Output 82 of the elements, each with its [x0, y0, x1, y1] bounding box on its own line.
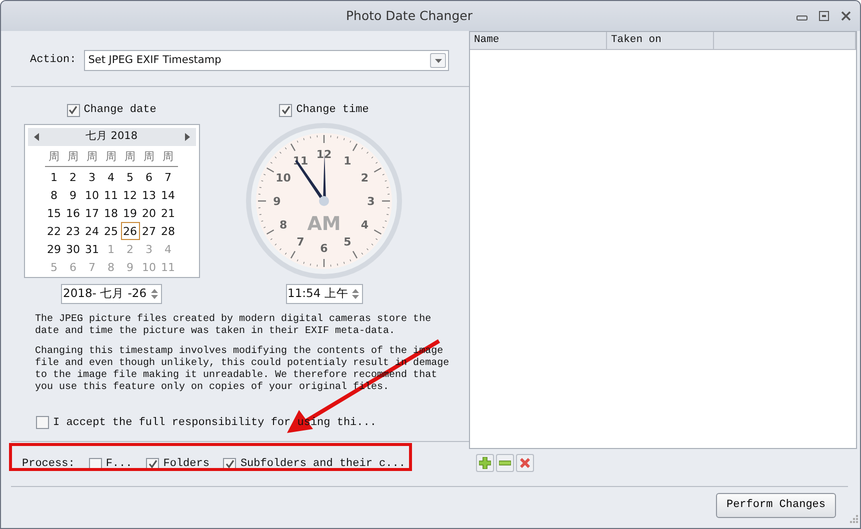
calendar-day[interactable]: 3 [82, 168, 102, 186]
clock-period: AM [307, 212, 341, 234]
calendar-day[interactable]: 27 [140, 222, 158, 240]
calendar-day[interactable]: 22 [44, 222, 64, 240]
action-dropdown[interactable]: Set JPEG EXIF Timestamp [84, 50, 450, 71]
calendar-day[interactable]: 28 [158, 222, 178, 240]
next-month-button[interactable] [184, 132, 190, 140]
weekday-header: 周 [142, 148, 156, 164]
calendar-month: 七月 2018 [85, 128, 138, 144]
checkbox-label: Folders [163, 457, 210, 472]
close-icon[interactable] [840, 10, 852, 22]
calendar-day[interactable]: 23 [64, 222, 82, 240]
checkbox-label: Change time [296, 103, 369, 118]
weekday-header: 周 [124, 148, 136, 164]
calendar-day[interactable]: 31 [82, 240, 102, 258]
calendar-day[interactable]: 8 [44, 186, 64, 204]
calendar-day[interactable]: 17 [82, 204, 102, 222]
calendar-day[interactable]: 4 [102, 168, 120, 186]
calendar-day[interactable]: 26 [120, 222, 140, 240]
calendar-day[interactable]: 15 [44, 204, 64, 222]
clock-number: 7 [296, 235, 304, 248]
calendar-day[interactable]: 9 [64, 186, 82, 204]
weekday-header: 周 [104, 148, 118, 164]
checkbox[interactable] [279, 104, 292, 117]
calendar-day[interactable]: 11 [102, 186, 120, 204]
calendar-day[interactable]: 6 [140, 168, 158, 186]
calendar-day[interactable]: 10 [82, 186, 102, 204]
caret-icon [434, 58, 442, 62]
clock-number: 2 [360, 171, 369, 184]
calendar-day[interactable]: 19 [120, 204, 140, 222]
checkbox[interactable] [36, 416, 49, 430]
checkbox-label: F... [106, 457, 132, 472]
calendar-day[interactable]: 21 [158, 204, 178, 222]
calendar-day[interactable]: 14 [158, 186, 178, 204]
checkbox-label: Change date [84, 103, 156, 118]
weekday-header: 周 [162, 148, 174, 164]
weekday-header: 周 [66, 148, 80, 164]
calendar-day[interactable]: 7 [158, 168, 178, 186]
spin-icon[interactable] [352, 288, 358, 300]
calendar-day[interactable]: 25 [102, 222, 120, 240]
clock-number: 4 [360, 218, 369, 231]
checkbox[interactable] [66, 104, 80, 117]
delete-icon [519, 457, 531, 469]
clock-number: 10 [276, 171, 291, 184]
previous-month-button[interactable] [34, 132, 38, 140]
clock-number: 6 [320, 242, 328, 254]
weekday-header: 周 [86, 148, 98, 164]
clock-number: 12 [316, 148, 332, 160]
action-label: Action: [30, 53, 76, 68]
remove-button[interactable] [496, 454, 514, 472]
clock-number: 5 [344, 235, 352, 248]
perform-changes-button[interactable]: Perform Changes [716, 493, 836, 518]
clock-number: 8 [279, 218, 288, 231]
clock-number: 3 [367, 194, 375, 208]
maximize-icon[interactable] [818, 10, 830, 22]
calendar-day[interactable]: 5 [120, 168, 140, 186]
weekday-header: 周 [48, 148, 60, 164]
date-field[interactable]: 2018- 七月 -26 [61, 284, 162, 304]
spin-icon[interactable] [151, 288, 158, 300]
process-label: Process: [22, 457, 75, 472]
clear-button[interactable] [516, 454, 534, 472]
column-header[interactable]: Name [470, 32, 607, 49]
calendar-day[interactable]: 29 [44, 240, 64, 258]
window-title: Photo Date Changer [346, 6, 472, 25]
resize-grip-icon[interactable] [850, 515, 858, 523]
time-field[interactable]: 11:54 上午 [286, 284, 362, 304]
calendar-day[interactable]: 12 [120, 186, 140, 204]
clock-number: 9 [273, 194, 281, 208]
calendar-day[interactable]: 18 [102, 204, 120, 222]
clock-number: 1 [344, 154, 352, 167]
calendar-day[interactable]: 16 [64, 204, 82, 222]
calendar-day[interactable]: 1 [44, 168, 64, 186]
description-text: The JPEG picture files created by modern digital cameras store the date and time the picture was taken in their EXIF meta-data. [35, 314, 432, 338]
calendar-day[interactable]: 24 [82, 222, 102, 240]
calendar-day[interactable]: 13 [140, 186, 158, 204]
add-button[interactable] [476, 454, 494, 472]
column-header[interactable]: Taken on [607, 32, 714, 49]
calendar-day[interactable]: 20 [140, 204, 158, 222]
checkbox-label: Subfolders and their c... [240, 457, 406, 472]
calendar-day[interactable]: 30 [64, 240, 82, 258]
add-icon [479, 457, 491, 469]
calendar-day[interactable]: 2 [64, 168, 82, 186]
